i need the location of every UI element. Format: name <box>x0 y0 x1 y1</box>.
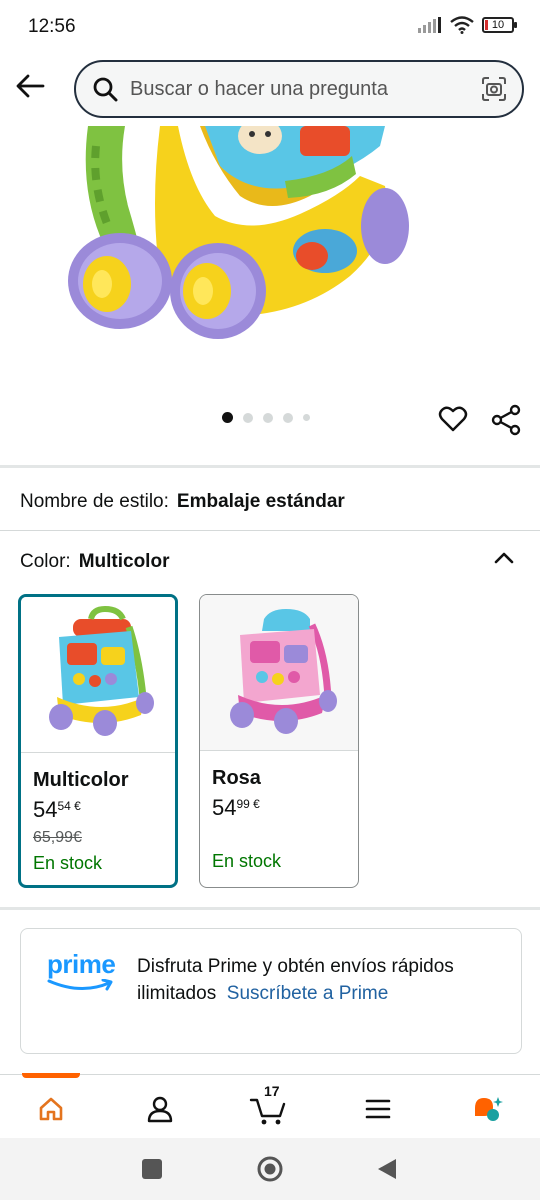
swatch-image <box>21 597 175 753</box>
prime-smile-icon <box>47 979 113 991</box>
carousel-dot[interactable] <box>303 414 310 421</box>
search-header: Buscar o hacer una pregunta <box>0 54 540 126</box>
section-divider <box>0 465 540 468</box>
style-label: Nombre de estilo: <box>20 491 169 512</box>
nav-cart[interactable]: 17 <box>248 1083 288 1129</box>
row-divider <box>0 530 540 531</box>
variant-name: Multicolor <box>33 769 129 791</box>
style-value: Embalaje estándar <box>176 491 345 512</box>
back-button[interactable] <box>12 68 48 104</box>
variant-price: 5499 € <box>212 795 260 821</box>
prime-logo: prime <box>47 949 117 995</box>
nav-home[interactable] <box>31 1089 71 1129</box>
account-icon <box>147 1096 173 1123</box>
active-tab-indicator <box>22 1073 80 1078</box>
variant-old-price: 65,99€ <box>33 829 82 846</box>
recent-apps-button[interactable] <box>142 1159 162 1179</box>
cart-count: 17 <box>264 1083 280 1099</box>
price-whole: 54 <box>33 797 58 822</box>
carousel-dot[interactable] <box>263 412 273 423</box>
prime-banner[interactable]: prime Disfruta Prime y obtén envíos rápi… <box>20 928 522 1054</box>
prime-subscribe-link[interactable]: Suscríbete a Prime <box>227 983 389 1004</box>
baby-walker-image <box>68 126 409 339</box>
search-input[interactable]: Buscar o hacer una pregunta <box>74 60 524 118</box>
product-image[interactable] <box>0 126 540 396</box>
variant-name: Rosa <box>212 767 261 789</box>
status-time: 12:56 <box>28 16 76 37</box>
swatch-image <box>200 595 358 751</box>
carousel-dots[interactable] <box>222 412 310 423</box>
camera-lens-icon[interactable] <box>480 75 508 103</box>
share-icon[interactable] <box>490 404 522 436</box>
carousel-dot-active[interactable] <box>222 412 233 423</box>
back-arrow-icon <box>16 74 45 98</box>
carousel-dot[interactable] <box>243 412 253 423</box>
nav-menu[interactable] <box>358 1089 398 1129</box>
nav-account[interactable] <box>140 1089 180 1129</box>
wifi-icon <box>450 16 474 34</box>
carousel-dot[interactable] <box>283 412 293 423</box>
style-row: Nombre de estilo: Embalaje estándar <box>20 491 345 513</box>
prime-logo-text: prime <box>47 949 116 979</box>
pink-walker-thumbnail <box>230 609 337 734</box>
variant-stock: En stock <box>33 853 103 873</box>
cart-icon <box>249 1098 286 1125</box>
rufus-icon <box>475 1097 503 1121</box>
home-icon <box>39 1097 63 1121</box>
home-button[interactable] <box>256 1155 284 1183</box>
variant-stock: En stock <box>212 851 282 871</box>
search-placeholder: Buscar o hacer una pregunta <box>130 77 388 100</box>
color-row[interactable]: Color: Multicolor <box>20 551 169 573</box>
bottom-nav: 17 <box>0 1073 540 1138</box>
price-whole: 54 <box>212 795 237 820</box>
color-value: Multicolor <box>78 551 170 572</box>
section-divider <box>0 907 540 910</box>
menu-icon <box>365 1099 391 1119</box>
prime-message: Disfruta Prime y obtén envíos rápidos il… <box>137 953 507 1007</box>
back-button-system[interactable] <box>376 1157 398 1181</box>
chevron-up-icon[interactable] <box>490 544 518 572</box>
search-icon <box>93 77 118 102</box>
nav-rufus[interactable] <box>468 1089 508 1129</box>
variant-price: 5454 € <box>33 797 81 823</box>
color-swatch-multicolor[interactable]: Multicolor 5454 € 65,99€ En stock <box>18 594 178 888</box>
price-fraction: 54 € <box>57 799 81 813</box>
color-label: Color: <box>20 551 71 572</box>
battery-level: 10 <box>491 19 505 31</box>
price-fraction: 99 € <box>236 797 260 811</box>
signal-icon <box>418 17 441 33</box>
multicolor-walker-thumbnail <box>49 605 154 736</box>
battery-icon: 10 <box>482 17 517 33</box>
color-swatch-rosa[interactable]: Rosa 5499 € En stock <box>199 594 359 888</box>
status-icons: 10 <box>418 16 517 34</box>
heart-icon[interactable] <box>438 404 468 434</box>
system-nav-bar <box>0 1138 540 1200</box>
status-bar: 12:56 10 <box>0 0 540 54</box>
